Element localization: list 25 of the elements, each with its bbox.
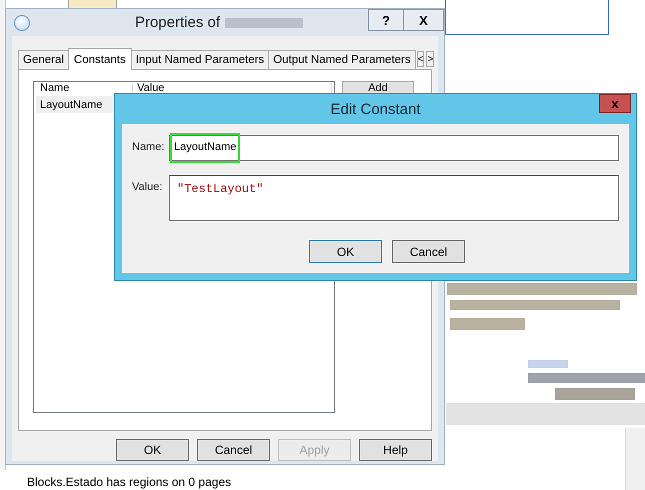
field-label: Value: [132,180,164,193]
cancel-button[interactable]: Cancel [392,240,465,263]
name-field[interactable]: LayoutName [169,135,619,161]
tab[interactable]: Constants [68,48,132,70]
cancel-button[interactable]: Cancel [197,439,270,461]
status-text: Blocks.Estado has regions on 0 pages [27,475,232,489]
scrollbar[interactable] [625,428,645,490]
tab[interactable]: General [18,50,69,69]
close-button[interactable]: X [404,9,444,31]
dialog-title: Edit Constant [330,100,421,118]
value-field[interactable]: "TestLayout" [169,175,619,221]
ok-button[interactable]: OK [309,240,382,263]
highlighted-value: LayoutName [170,133,240,163]
blurred-content [528,360,568,368]
window-icon [14,14,30,30]
tab[interactable]: Output Named Parameters [268,50,416,69]
close-button[interactable]: x [599,94,631,113]
help-button[interactable]: Help [359,439,432,461]
scroll-right-button[interactable]: > [426,51,434,67]
help-button[interactable]: ? [368,9,404,31]
field-value: "TestLayout" [176,181,264,198]
window-title: Properties of [134,14,220,31]
ok-button[interactable]: OK [116,439,189,461]
field-label: Name: [132,140,166,153]
scroll-left-button[interactable]: < [416,51,424,67]
